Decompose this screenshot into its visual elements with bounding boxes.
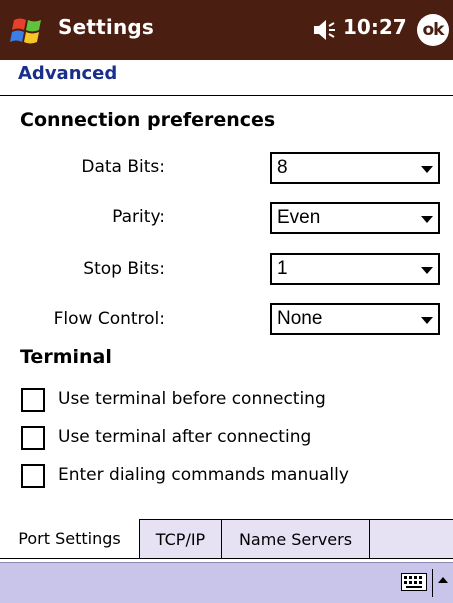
terminal-before-label[interactable]: Use terminal before connecting [58, 389, 326, 409]
up-arrow-icon[interactable] [438, 577, 448, 583]
chevron-down-icon [421, 216, 433, 223]
keyboard-icon[interactable] [401, 573, 427, 591]
header-divider [0, 95, 453, 96]
clock[interactable]: 10:27 [343, 15, 407, 39]
chevron-down-icon [421, 166, 433, 173]
menu-bar [0, 562, 453, 603]
terminal-heading: Terminal [20, 346, 112, 368]
chevron-down-icon [421, 267, 433, 274]
speaker-icon[interactable] [312, 17, 338, 43]
windows-flag-icon[interactable] [10, 14, 46, 48]
flow-control-label: Flow Control: [53, 309, 165, 329]
connection-preferences-heading: Connection preferences [20, 109, 276, 131]
stop-bits-label: Stop Bits: [83, 259, 165, 279]
manual-dialing-checkbox[interactable] [21, 464, 45, 488]
manual-dialing-label[interactable]: Enter dialing commands manually [58, 465, 349, 485]
flow-control-select[interactable]: None [270, 303, 440, 335]
chevron-down-icon [421, 317, 433, 324]
page-title: Advanced [18, 63, 118, 84]
tab-strip: Port Settings TCP/IP Name Servers [0, 519, 453, 562]
terminal-after-label[interactable]: Use terminal after connecting [58, 427, 311, 447]
data-bits-label: Data Bits: [81, 157, 165, 177]
flow-control-value: None [277, 308, 323, 329]
stop-bits-value: 1 [277, 258, 288, 279]
data-bits-value: 8 [277, 157, 288, 178]
parity-select[interactable]: Even [270, 202, 440, 234]
title-bar: Settings 10:27 ok [0, 0, 453, 60]
tab-tcp-ip[interactable]: TCP/IP [140, 519, 222, 559]
terminal-before-checkbox[interactable] [21, 388, 45, 412]
parity-label: Parity: [112, 207, 165, 227]
tab-strip-filler [370, 519, 453, 559]
stop-bits-select[interactable]: 1 [270, 253, 440, 285]
terminal-after-checkbox[interactable] [21, 426, 45, 450]
tab-port-settings[interactable]: Port Settings [0, 519, 140, 559]
tab-name-servers[interactable]: Name Servers [222, 519, 370, 559]
app-title: Settings [58, 15, 155, 39]
ok-button[interactable]: ok [417, 14, 449, 46]
sip-divider [432, 569, 433, 597]
data-bits-select[interactable]: 8 [270, 152, 440, 184]
parity-value: Even [277, 207, 321, 228]
